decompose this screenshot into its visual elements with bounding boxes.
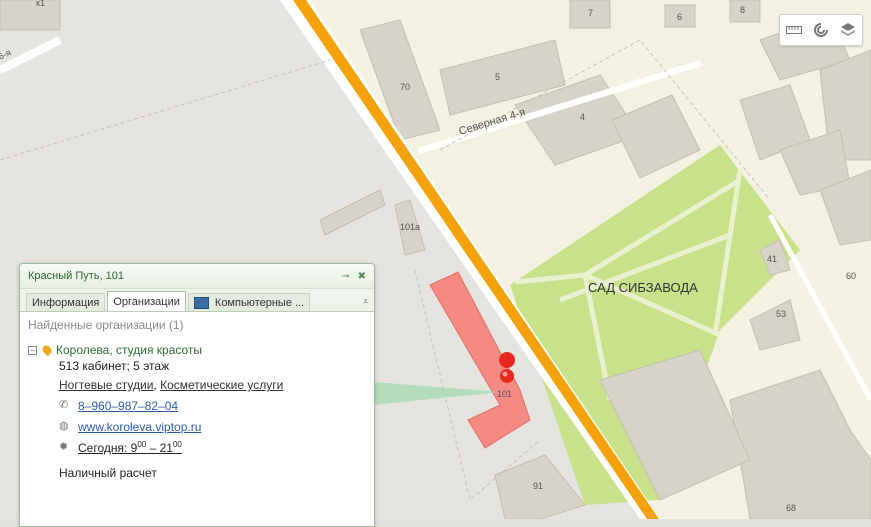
ruler-icon[interactable] bbox=[783, 19, 805, 41]
org-pin-icon bbox=[40, 343, 54, 357]
building-number: 68 bbox=[786, 503, 796, 513]
building-number: 8 bbox=[740, 5, 745, 15]
found-organizations-label: Найденные организации (1) bbox=[28, 318, 184, 332]
website-link[interactable]: www.koroleva.viptop.ru bbox=[78, 420, 201, 434]
category-link[interactable]: Ногтевые студии bbox=[59, 378, 153, 392]
hours-close-minutes: 00 bbox=[172, 440, 182, 449]
categories: Ногтевые студии, Косметические услуги bbox=[59, 378, 284, 392]
hours-row: ✹ Сегодня: 900 – 2100 bbox=[59, 437, 366, 458]
layers-icon[interactable] bbox=[837, 19, 859, 41]
organization-row: − Королева, студия красоты bbox=[28, 343, 366, 357]
building-number: 41 bbox=[767, 254, 777, 264]
payment-info: Наличный расчет bbox=[59, 466, 157, 480]
info-popup: Красный Путь, 101 ⊸ ✖ Информация Организ… bbox=[19, 263, 375, 527]
building-number: 60 bbox=[846, 271, 856, 281]
phone-link[interactable]: 8‒960‒987‒82‒04 bbox=[78, 399, 178, 413]
building-number: 5 bbox=[495, 72, 500, 82]
collapse-icon[interactable]: − bbox=[28, 345, 37, 355]
tab-computer-label: Компьютерные ... bbox=[214, 296, 305, 309]
popup-header: Красный Путь, 101 ⊸ ✖ bbox=[20, 264, 374, 289]
tab-organizations[interactable]: Организации bbox=[107, 291, 186, 311]
clock-icon: ✹ bbox=[59, 441, 69, 453]
popup-tabs: Информация Организации Компьютерные ... … bbox=[20, 289, 374, 312]
phone-icon: ✆ bbox=[59, 399, 69, 411]
building-number: 4 bbox=[580, 112, 585, 122]
organization-name[interactable]: Королева, студия красоты bbox=[56, 343, 202, 357]
hours-open: Сегодня: 9 bbox=[78, 441, 138, 455]
building-number: 91 bbox=[533, 481, 543, 491]
building-number: 7 bbox=[588, 8, 593, 18]
globe-icon: ◍ bbox=[59, 420, 69, 432]
map-toolbar bbox=[779, 14, 863, 46]
building-number: 53 bbox=[776, 309, 786, 319]
building-number: 101 bbox=[497, 389, 512, 399]
traffic-icon[interactable] bbox=[810, 19, 832, 41]
office-info: 513 кабинет; 5 этаж bbox=[59, 359, 170, 373]
building-number: 101а bbox=[400, 222, 420, 232]
pin-icon[interactable]: ⊸ bbox=[341, 271, 349, 282]
computer-icon bbox=[193, 296, 209, 309]
website-row: ◍ www.koroleva.viptop.ru bbox=[59, 416, 366, 437]
phone-row: ✆ 8‒960‒987‒82‒04 bbox=[59, 395, 366, 416]
close-icon[interactable]: ✖ bbox=[358, 271, 366, 282]
building-number: 70 bbox=[400, 82, 410, 92]
hours-close: – 21 bbox=[146, 441, 173, 455]
tabs-more-icon[interactable]: ⩡ bbox=[363, 296, 368, 311]
hours-link[interactable]: Сегодня: 900 – 2100 bbox=[78, 440, 182, 455]
hours-open-minutes: 00 bbox=[137, 440, 147, 449]
tab-information[interactable]: Информация bbox=[26, 293, 106, 311]
tab-computer[interactable]: Компьютерные ... bbox=[187, 293, 311, 311]
park-label: САД СИБЗАВОДА bbox=[588, 280, 698, 295]
popup-content: Найденные организации (1) − Королева, ст… bbox=[20, 312, 374, 486]
category-link[interactable]: Косметические услуги bbox=[160, 378, 283, 392]
building-number: 6 bbox=[677, 12, 682, 22]
building-number: к1 bbox=[36, 0, 45, 8]
popup-title: Красный Путь, 101 bbox=[28, 270, 124, 282]
